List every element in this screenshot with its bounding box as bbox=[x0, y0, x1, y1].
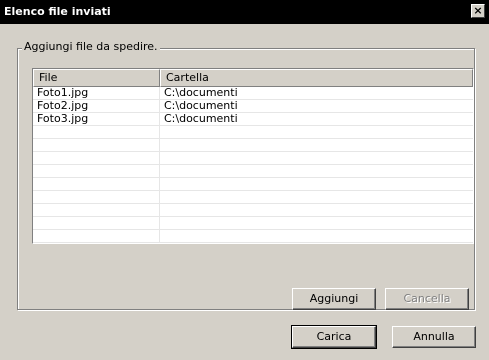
empty-cell bbox=[160, 204, 473, 216]
column-header-file[interactable]: File bbox=[33, 69, 160, 87]
empty-cell bbox=[33, 204, 160, 216]
title-bar: Elenco file inviati × bbox=[0, 0, 489, 24]
empty-row bbox=[33, 152, 473, 165]
empty-cell bbox=[33, 139, 160, 151]
cell-file: Foto2.jpg bbox=[33, 100, 160, 112]
annulla-button[interactable]: Annulla bbox=[392, 326, 476, 348]
aggiungi-button[interactable]: Aggiungi bbox=[292, 288, 376, 310]
empty-cell bbox=[160, 178, 473, 190]
empty-cell bbox=[33, 165, 160, 177]
carica-button[interactable]: Carica bbox=[291, 325, 377, 349]
empty-cell bbox=[160, 139, 473, 151]
empty-row bbox=[33, 126, 473, 139]
empty-cell bbox=[33, 126, 160, 138]
files-listview[interactable]: File Cartella Foto1.jpg C:\documenti Fot… bbox=[32, 68, 474, 244]
empty-row bbox=[33, 204, 473, 217]
listview-empty-rows bbox=[33, 126, 473, 243]
cancella-label: Cancella bbox=[403, 292, 451, 305]
cell-file: Foto3.jpg bbox=[33, 113, 160, 125]
empty-row bbox=[33, 191, 473, 204]
empty-row bbox=[33, 178, 473, 191]
cell-file: Foto1.jpg bbox=[33, 87, 160, 99]
cell-cartella: C:\documenti bbox=[164, 100, 238, 112]
empty-cell bbox=[33, 152, 160, 164]
empty-row bbox=[33, 165, 473, 178]
close-icon: × bbox=[473, 4, 483, 17]
empty-row bbox=[33, 217, 473, 230]
empty-cell bbox=[160, 217, 473, 229]
aggiungi-label: Aggiungi bbox=[309, 292, 359, 305]
cell-cartella: C:\documenti bbox=[164, 87, 238, 99]
cell-cartella: C:\documenti bbox=[164, 113, 238, 125]
empty-row bbox=[33, 139, 473, 152]
close-button[interactable]: × bbox=[471, 4, 485, 18]
empty-cell bbox=[160, 191, 473, 203]
empty-cell bbox=[33, 191, 160, 203]
groupbox-label: Aggiungi file da spedire. bbox=[22, 40, 160, 54]
empty-cell bbox=[160, 152, 473, 164]
table-row[interactable]: Foto3.jpg C:\documenti bbox=[33, 113, 473, 126]
empty-row bbox=[33, 230, 473, 243]
empty-cell bbox=[160, 165, 473, 177]
table-row[interactable]: Foto2.jpg C:\documenti bbox=[33, 100, 473, 113]
table-row[interactable]: Foto1.jpg C:\documenti bbox=[33, 87, 473, 100]
empty-cell bbox=[33, 230, 160, 242]
empty-cell bbox=[160, 126, 473, 138]
empty-cell bbox=[33, 217, 160, 229]
empty-cell bbox=[33, 178, 160, 190]
carica-label: Carica bbox=[316, 330, 352, 343]
window-title: Elenco file inviati bbox=[4, 5, 111, 18]
annulla-label: Annulla bbox=[413, 330, 455, 343]
column-header-cartella[interactable]: Cartella bbox=[160, 69, 473, 87]
cancella-button[interactable]: Cancella bbox=[385, 288, 469, 310]
empty-cell bbox=[160, 230, 473, 242]
listview-header: File Cartella bbox=[33, 69, 473, 87]
